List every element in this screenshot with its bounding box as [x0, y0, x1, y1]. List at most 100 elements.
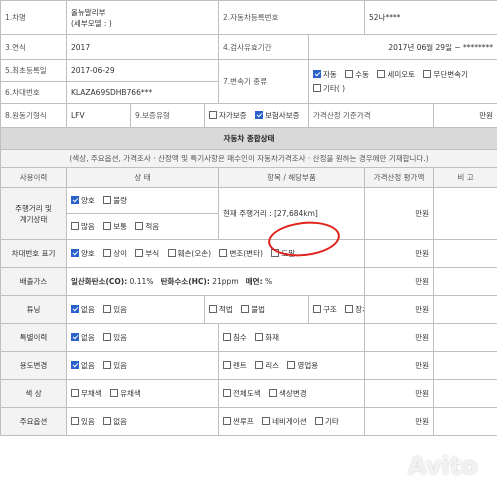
usage-yes[interactable]: 있음 [103, 360, 127, 371]
options-none[interactable]: 없음 [103, 416, 127, 427]
label-main-options: 주요옵션 [0, 407, 67, 436]
checkbox-icon [103, 196, 112, 204]
trans-manual[interactable]: 수동 [345, 68, 369, 82]
mileage-few[interactable]: 적음 [135, 221, 159, 232]
label-price-base: 가격산정 기준가격 [308, 103, 435, 128]
mileage-opts-1: 양호 불량 [65, 187, 220, 214]
co-value: 0.11% [129, 277, 154, 286]
checkbox-icon [135, 222, 144, 230]
vin-good[interactable]: 양호 [71, 248, 95, 259]
color-change[interactable]: 색상변경 [269, 388, 307, 399]
vin-price: 만원 [364, 239, 435, 268]
co-label: 일산화탄소(CO): [71, 277, 128, 286]
tuning-none[interactable]: 없음 [71, 304, 95, 315]
special-price: 만원 [364, 323, 435, 352]
checkbox-icon [223, 333, 232, 341]
special-fire[interactable]: 화재 [255, 332, 279, 343]
options-navigation[interactable]: 네비게이션 [262, 416, 307, 427]
tuning-structure[interactable]: 구조 [313, 304, 337, 315]
special-yes[interactable]: 있음 [103, 332, 127, 343]
trans-other[interactable]: 기타( ) [313, 82, 345, 96]
tuning-legal[interactable]: 적법 [209, 304, 233, 315]
label-warranty: 9.보증유형 [130, 103, 205, 128]
mileage-normal[interactable]: 보통 [103, 221, 127, 232]
usage-commercial[interactable]: 영업용 [287, 360, 318, 371]
warranty-options: 자가보증 보험사보증 [203, 103, 310, 128]
value-price-base: 만원 [433, 103, 497, 128]
tuning-device[interactable]: 장치 [345, 304, 364, 315]
usage-none[interactable]: 없음 [71, 360, 95, 371]
usage-lease[interactable]: 리스 [255, 360, 279, 371]
checkbox-checked-icon [71, 196, 79, 204]
mileage-many[interactable]: 많음 [71, 221, 95, 232]
vin-differ[interactable]: 상이 [103, 248, 127, 259]
checkbox-icon [110, 389, 119, 397]
label-vin-marking: 차대번호 표기 [0, 239, 67, 268]
emission-price: 만원 [364, 267, 435, 296]
header-note: 비 고 [433, 167, 497, 188]
value-inspection: 2017년 06월 29일 ~ ******** [308, 34, 497, 60]
label-year: 3.연식 [0, 34, 67, 60]
checkbox-icon [103, 305, 112, 313]
special-none[interactable]: 없음 [71, 332, 95, 343]
checkbox-icon [255, 361, 264, 369]
options-yes[interactable]: 있음 [71, 416, 95, 427]
value-first-reg: 2017-06-29 [65, 59, 220, 82]
checkbox-icon [313, 305, 322, 313]
label-transmission: 7.변속기 종류 [218, 59, 310, 104]
usage-rent[interactable]: 렌트 [223, 360, 247, 371]
label-color: 색 상 [0, 379, 67, 408]
tuning-yes[interactable]: 있음 [103, 304, 127, 315]
mileage-price: 만원 [364, 187, 435, 240]
checkbox-icon [255, 333, 264, 341]
tuning-price: 만원 [364, 295, 435, 324]
label-plate: 2.자동차등록번호 [218, 0, 366, 35]
color-opts: 무채색 유채색 [65, 379, 220, 408]
warranty-insurer[interactable]: 보험사보증 [255, 110, 300, 121]
color-achromatic[interactable]: 무채색 [71, 388, 102, 399]
label-special: 특별이력 [0, 323, 67, 352]
usage-note [433, 351, 497, 380]
mileage-bad[interactable]: 불량 [103, 195, 127, 206]
label-emission: 배출가스 [0, 267, 67, 296]
color-full-paint[interactable]: 전체도색 [223, 388, 261, 399]
trans-semi[interactable]: 세미오토 [377, 68, 415, 82]
tuning-illegal[interactable]: 불법 [241, 304, 265, 315]
header-price: 가격산정 평가액 [364, 167, 435, 188]
mileage-good[interactable]: 양호 [71, 195, 95, 206]
label-engine: 8.원동기형식 [0, 103, 67, 128]
vin-damaged[interactable]: 훼손(오손) [167, 248, 211, 259]
header-item: 항목 / 해당부품 [218, 167, 366, 188]
vin-altered[interactable]: 변조(변타) [219, 248, 263, 259]
mileage-opts-2: 많음 보통 적음 [65, 213, 220, 240]
trans-cvt[interactable]: 무단변속기 [423, 68, 468, 82]
special-flood[interactable]: 침수 [223, 332, 247, 343]
value-year: 2017 [65, 34, 220, 60]
checkbox-icon [103, 249, 112, 257]
options-sunroof[interactable]: 썬루프 [223, 416, 254, 427]
inspection-document: 1.차명 올뉴말리부 (세부모델 : ) 2.자동차등록번호 52나**** 3… [0, 0, 497, 480]
options-other[interactable]: 기타 [315, 416, 339, 427]
emission-note [433, 267, 497, 296]
avito-watermark: Avito [408, 452, 478, 480]
mileage-note [433, 187, 497, 240]
checkbox-icon [209, 305, 217, 313]
checkbox-icon [345, 69, 354, 78]
checkbox-icon [315, 417, 323, 425]
checkbox-icon [103, 333, 112, 341]
usage-opts-2: 렌트 리스 영업용 [218, 351, 366, 380]
hc-label: 탄화수소(HC): [160, 277, 210, 286]
label-usage-change: 용도변경 [0, 351, 67, 380]
checkbox-checked-icon [71, 249, 79, 257]
color-price: 만원 [364, 379, 435, 408]
trans-auto[interactable]: 자동 [313, 68, 337, 82]
label-inspection: 4.검사유효기간 [218, 34, 310, 60]
color-chromatic[interactable]: 유채색 [110, 388, 141, 399]
section-title: 자동차 종합상태 [0, 127, 497, 150]
tuning-opts: 없음 있음 [66, 295, 205, 324]
checkbox-icon [223, 361, 232, 369]
vin-rust[interactable]: 부식 [135, 248, 159, 259]
checkbox-icon [103, 222, 112, 230]
transmission-options: 자동 수동 세미오토 무단변속기 기타( ) [308, 59, 497, 104]
warranty-self[interactable]: 자가보증 [209, 110, 247, 121]
